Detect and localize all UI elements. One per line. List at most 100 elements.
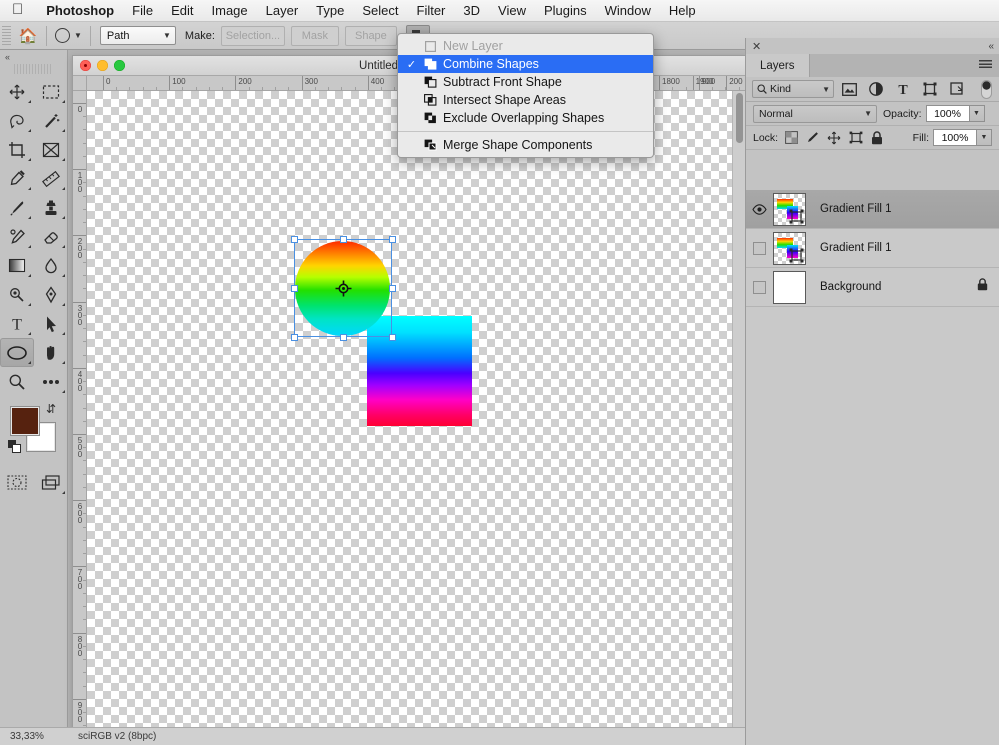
quick-mask-button[interactable] [0,468,34,497]
blur-tool[interactable] [34,251,68,280]
smart-object-filter-icon[interactable] [945,80,969,99]
fill-stepper[interactable]: ▼ [977,129,992,146]
screen-mode-button[interactable] [34,468,68,497]
menu-3d[interactable]: 3D [454,3,489,18]
frame-tool[interactable] [34,135,68,164]
make-mask-button[interactable]: Mask [290,25,339,46]
apple-logo-icon[interactable]:  [12,2,23,17]
home-icon[interactable]: 🏠 [15,25,41,47]
adjustment-filter-icon[interactable] [864,80,888,99]
lasso-tool[interactable] [0,106,34,135]
transform-handle[interactable] [388,284,396,292]
lock-transparent-pixels-icon[interactable] [785,131,799,144]
reference-point-icon[interactable] [335,280,352,297]
edit-toolbar-button[interactable] [34,367,68,396]
menu-file[interactable]: File [123,3,162,18]
swap-colors-icon[interactable]: ⇵ [46,402,56,416]
menu-edit[interactable]: Edit [162,3,202,18]
transform-handle[interactable] [339,235,347,243]
lock-position-icon[interactable] [827,131,841,145]
tool-mode-select[interactable]: Path ▼ [99,26,176,45]
layer-visibility-eye-icon[interactable] [746,203,773,215]
default-colors-icon[interactable] [8,440,21,453]
menu-view[interactable]: View [489,3,535,18]
gradient-tool[interactable] [0,251,34,280]
vertical-ruler[interactable]: 01002003004005006007008009001000 [73,91,87,745]
transform-handle[interactable] [388,235,396,243]
menu-image[interactable]: Image [203,3,257,18]
transform-handle[interactable] [290,284,298,292]
hand-tool[interactable] [34,338,68,367]
menu-item-merge-shape-components[interactable]: Merge Shape Components [398,136,653,154]
layer-row[interactable]: Background [746,268,999,307]
menu-type[interactable]: Type [307,3,353,18]
zoom-tool[interactable] [0,367,34,396]
tab-layers[interactable]: Layers [746,54,810,77]
pixel-filter-icon[interactable] [837,80,861,99]
panel-menu-icon[interactable] [979,60,992,70]
move-tool[interactable] [0,77,34,106]
ruler-tool[interactable] [34,164,68,193]
lock-all-icon[interactable] [871,130,883,145]
filter-toggle-icon[interactable] [979,79,993,99]
menu-photoshop[interactable]: Photoshop [37,3,123,18]
type-filter-icon[interactable]: T [891,80,915,99]
opacity-input[interactable]: 100% [925,105,970,122]
menu-item-subtract-front-shape[interactable]: Subtract Front Shape [398,73,653,91]
spot-healing-brush-tool[interactable] [0,193,34,222]
collapse-panel-icon[interactable]: « [988,41,993,52]
fill-input[interactable]: 100% [933,129,977,146]
history-brush-tool[interactable] [0,222,34,251]
magic-wand-tool[interactable] [34,106,68,135]
toolbar-drag-handle[interactable] [14,64,53,74]
make-selection-button[interactable]: Selection... [220,25,285,46]
visibility-checkbox[interactable] [753,280,766,294]
menu-item-exclude-overlapping-shapes[interactable]: Exclude Overlapping Shapes [398,109,653,127]
transform-handle[interactable] [339,333,347,341]
lock-artboard-nesting-icon[interactable] [849,131,863,144]
type-tool[interactable]: T [0,309,34,338]
menu-item-intersect-shape-areas[interactable]: Intersect Shape Areas [398,91,653,109]
layer-row[interactable]: Gradient Fill 1 [746,190,999,229]
lock-image-pixels-icon[interactable] [806,131,819,144]
opacity-stepper[interactable]: ▼ [969,105,985,122]
tool-preset-picker[interactable]: ▼ [52,28,85,43]
filter-kind-select[interactable]: Kind ▼ [752,80,834,98]
blend-mode-select[interactable]: Normal ▼ [753,104,877,123]
layer-thumbnail[interactable] [773,192,806,226]
visibility-checkbox[interactable] [753,241,766,255]
layer-visibility-toggle[interactable] [746,280,773,294]
transform-handle[interactable] [290,333,298,341]
menu-select[interactable]: Select [353,3,407,18]
foreground-color-swatch[interactable] [10,406,40,436]
pen-tool[interactable] [34,280,68,309]
layer-visibility-toggle[interactable] [746,241,773,255]
eyedropper-tool[interactable] [0,164,34,193]
vertical-scroll-thumb[interactable] [736,93,743,143]
path-selection-tool[interactable] [34,309,68,338]
eraser-tool[interactable] [34,222,68,251]
zoom-level[interactable]: 33,33% [0,731,78,742]
ruler-corner[interactable] [73,76,87,91]
crop-tool[interactable] [0,135,34,164]
canvas-vertical-scrollbar[interactable] [732,91,745,729]
menu-help[interactable]: Help [660,3,705,18]
menu-filter[interactable]: Filter [408,3,455,18]
options-bar-grip[interactable] [2,25,11,46]
rectangular-marquee-tool[interactable] [34,77,68,106]
dodge-tool[interactable] [0,280,34,309]
menu-layer[interactable]: Layer [257,3,308,18]
layer-thumbnail[interactable] [773,270,806,304]
transform-handle[interactable] [388,333,396,341]
layer-row[interactable]: Gradient Fill 1 [746,229,999,268]
close-panel-icon[interactable]: ✕ [752,40,761,53]
transform-handle[interactable] [290,235,298,243]
toolbar-collapse-button[interactable]: « [0,50,67,63]
canvas-area[interactable] [87,91,745,745]
menu-window[interactable]: Window [596,3,660,18]
menu-item-combine-shapes[interactable]: ✓ Combine Shapes [398,55,653,73]
make-shape-button[interactable]: Shape [344,25,397,46]
shape-filter-icon[interactable] [918,80,942,99]
layer-thumbnail[interactable] [773,231,806,265]
menu-plugins[interactable]: Plugins [535,3,596,18]
